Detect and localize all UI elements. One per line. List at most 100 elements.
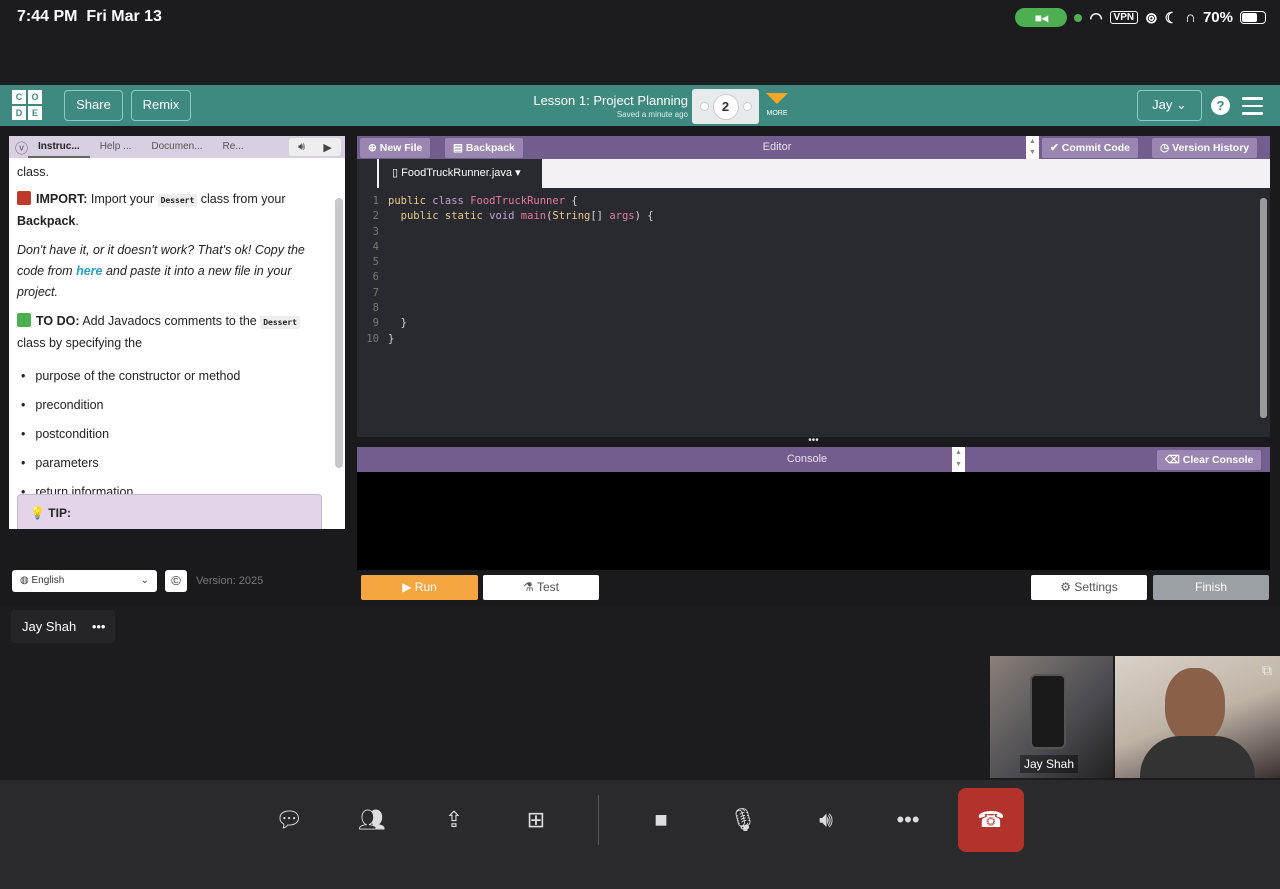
run-button[interactable]: ▶ Run: [361, 575, 478, 600]
code-content[interactable]: public class FoodTruckRunner { public st…: [388, 194, 654, 347]
saved-status: Saved a minute ago: [616, 110, 688, 119]
tab-documentation[interactable]: Documen...: [141, 136, 212, 158]
code-org-logo[interactable]: CODE: [12, 90, 42, 120]
camera-in-use-icon[interactable]: ■◂: [1015, 8, 1068, 27]
participant-name-chip[interactable]: Jay Shah •••: [11, 610, 115, 643]
console-header: Console ▲ ▼ ⌫ Clear Console: [357, 447, 1270, 472]
call-toolbar: 💬︎ 👥︎ ⇪ ⊞ ■ 🎙︎ 🔊︎ ••• ☎: [0, 780, 1280, 889]
todo-list: purpose of the constructor or method pre…: [17, 362, 331, 507]
hamburger-menu-icon[interactable]: [1242, 97, 1263, 120]
help-icon[interactable]: ?: [1211, 96, 1230, 115]
backpack-icon: [17, 191, 31, 205]
speaker-icon[interactable]: 🔊︎: [298, 141, 305, 154]
flask-icon: ⚗: [523, 580, 534, 594]
headphones-icon: ∩: [1185, 9, 1196, 26]
rotation-lock-icon: ⊚: [1145, 9, 1158, 27]
moon-icon: ☾: [1164, 9, 1179, 27]
tab-resources[interactable]: Re...: [213, 136, 254, 158]
resize-arrows[interactable]: ▲ ▼: [1026, 136, 1039, 159]
level-progress[interactable]: 2: [692, 89, 759, 124]
end-call-button[interactable]: ☎: [958, 788, 1024, 852]
version-history-button[interactable]: ◷ Version History: [1152, 138, 1258, 158]
tab-help[interactable]: Help ...: [90, 136, 142, 158]
lesson-title: Lesson 1: Project Planning: [533, 93, 688, 108]
more-button[interactable]: MORE: [765, 93, 789, 117]
current-level[interactable]: 2: [712, 93, 739, 120]
list-item: purpose of the constructor or method: [17, 362, 331, 391]
chevron-down-icon: ⌄: [140, 575, 149, 586]
video-name-label: Jay Shah: [1020, 755, 1079, 773]
caret-down-icon: [766, 93, 788, 104]
apps-icon[interactable]: ⊞: [503, 788, 569, 852]
folder-icon[interactable]: [357, 159, 377, 188]
code-studio-app: CODE Share Remix Lesson 1: Project Plann…: [0, 85, 1280, 605]
header: CODE Share Remix Lesson 1: Project Plann…: [0, 85, 1280, 126]
file-tabs: ▯ FoodTruckRunner.java ▾: [357, 159, 1270, 188]
editor-toolbar: ⊕ New File ▤ Backpack Editor ▲ ▼ ✔ Commit…: [357, 136, 1270, 159]
editor-scrollbar[interactable]: [1260, 198, 1267, 418]
clear-console-button[interactable]: ⌫ Clear Console: [1157, 450, 1262, 470]
more-icon[interactable]: •••: [92, 619, 106, 634]
console-title: Console: [786, 453, 828, 465]
language-select[interactable]: ◍ English ⌄: [12, 570, 157, 592]
share-button[interactable]: Share: [64, 90, 123, 121]
participants-icon[interactable]: 👥︎: [339, 788, 405, 852]
check-circle-icon: ✔: [1050, 142, 1059, 154]
settings-button[interactable]: ⚙ Settings: [1031, 575, 1147, 600]
video-tile-remote[interactable]: Jay Shah: [990, 656, 1113, 778]
here-link[interactable]: here: [76, 264, 102, 278]
microphone-muted-icon[interactable]: 🎙︎: [710, 788, 776, 852]
list-item: precondition: [17, 391, 331, 420]
resize-arrows[interactable]: ▲ ▼: [952, 447, 965, 472]
chat-icon[interactable]: 💬︎: [256, 788, 322, 852]
globe-icon: ◍: [20, 575, 29, 586]
resize-handle[interactable]: •••: [357, 436, 1270, 447]
commit-code-button[interactable]: ✔ Commit Code: [1042, 138, 1138, 158]
clock-icon: ◷: [1160, 142, 1170, 154]
play-icon: ▶: [402, 580, 412, 594]
test-button[interactable]: ⚗ Test: [483, 575, 599, 600]
chevron-down-icon: ⌄: [1175, 97, 1187, 112]
play-icon[interactable]: ▶: [323, 141, 331, 154]
scrollbar[interactable]: [335, 198, 343, 468]
checkmark-icon: [17, 313, 31, 327]
divider: [598, 795, 599, 845]
user-menu[interactable]: Jay ⌄: [1137, 90, 1202, 121]
file-tab[interactable]: ▯ FoodTruckRunner.java ▾: [379, 159, 542, 188]
video-tile-self[interactable]: ⧉: [1115, 656, 1280, 778]
remix-button[interactable]: Remix: [131, 90, 191, 121]
audio-controls: 🔊︎ ▶: [289, 138, 341, 156]
gear-icon: ⚙: [1060, 580, 1072, 594]
clock: 7:44 PM: [17, 8, 78, 25]
instructions-panel: ⓥ Instruc... Help ... Documen... Re... 🔊…: [9, 136, 345, 529]
vpn-icon: VPN: [1109, 11, 1139, 24]
collapse-icon[interactable]: ⓥ: [15, 138, 28, 157]
date: Fri Mar 13: [86, 8, 162, 25]
tab-instructions[interactable]: Instruc...: [28, 136, 90, 158]
finish-button[interactable]: Finish: [1153, 575, 1269, 600]
copyright-button[interactable]: ©: [165, 570, 187, 592]
battery-icon: [1240, 11, 1266, 24]
more-options-icon[interactable]: •••: [875, 788, 941, 852]
instructions-tabs: ⓥ Instruc... Help ... Documen... Re... 🔊…: [9, 136, 345, 158]
file-icon: ▯: [392, 167, 399, 179]
console-output[interactable]: [357, 472, 1270, 570]
line-numbers: 1 2 3 4 5 6 7 8 9 10: [366, 195, 379, 345]
ios-status-bar: 7:44 PM Fri Mar 13 ■◂ ◠ VPN ⊚ ☾ ∩ 70%: [0, 0, 1280, 35]
list-item: parameters: [17, 449, 331, 478]
eraser-icon: ⌫: [1165, 454, 1180, 466]
speaker-icon[interactable]: 🔊︎: [793, 788, 859, 852]
share-screen-icon[interactable]: ⇪: [421, 788, 487, 852]
code-editor[interactable]: 1 2 3 4 5 6 7 8 9 10 public class FoodTruckRunner…: [357, 188, 1270, 437]
list-item: postcondition: [17, 420, 331, 449]
caret-down-icon[interactable]: ▾: [515, 167, 521, 179]
wifi-icon: ◠: [1089, 9, 1103, 27]
switch-camera-icon[interactable]: ⧉: [1262, 662, 1272, 679]
battery-percent: 70%: [1202, 9, 1233, 26]
camera-indicator-icon: [1074, 13, 1083, 22]
version-label: Version: 2025: [196, 575, 264, 587]
tip-box: 💡 TIP:: [17, 494, 322, 529]
video-camera-icon[interactable]: ■: [628, 788, 694, 852]
instructions-content: class. IMPORT: Import your Dessert class…: [9, 158, 345, 529]
phone-in-video: [1030, 674, 1066, 749]
